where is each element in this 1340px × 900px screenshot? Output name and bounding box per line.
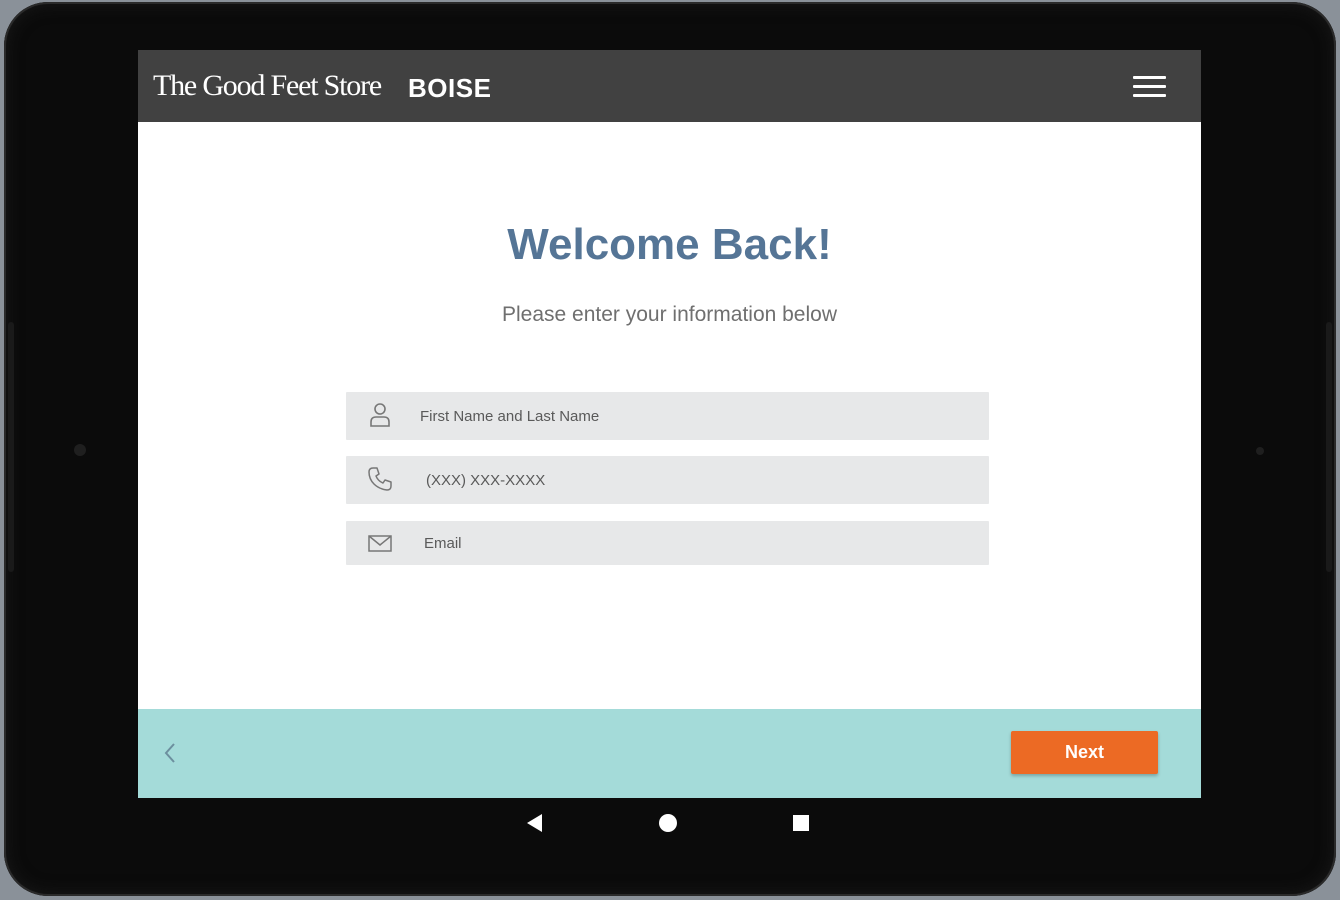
chevron-left-icon[interactable]	[158, 739, 184, 767]
person-icon	[370, 403, 390, 427]
camera-sensor	[74, 444, 86, 456]
square-recents-icon[interactable]	[792, 814, 810, 832]
name-input[interactable]	[420, 392, 940, 440]
page-title: Welcome Back!	[507, 220, 832, 269]
side-button-right	[1326, 322, 1332, 572]
store-location: BOISE	[408, 73, 492, 103]
phone-icon	[368, 467, 392, 491]
envelope-icon	[368, 535, 392, 552]
page-subtitle: Please enter your information below	[501, 303, 837, 326]
brand-logo: The Good Feet Store	[153, 69, 382, 102]
app-screen: The Good Feet Store BOISE Welcome Back! …	[138, 50, 1201, 798]
triangle-back-icon[interactable]	[524, 812, 544, 834]
footer-bar: Next	[138, 709, 1201, 798]
next-button[interactable]: Next	[1011, 731, 1158, 774]
app-header: The Good Feet Store BOISE	[138, 50, 1201, 122]
phone-input[interactable]	[426, 456, 946, 504]
circle-home-icon[interactable]	[658, 813, 678, 833]
side-button-left	[8, 322, 14, 572]
phone-field[interactable]	[346, 456, 989, 504]
android-nav-bar	[138, 798, 1201, 848]
light-sensor	[1256, 447, 1264, 455]
email-field[interactable]	[346, 521, 989, 565]
email-input[interactable]	[424, 521, 944, 565]
name-field[interactable]	[346, 392, 989, 440]
hamburger-menu-icon[interactable]	[1130, 72, 1170, 102]
